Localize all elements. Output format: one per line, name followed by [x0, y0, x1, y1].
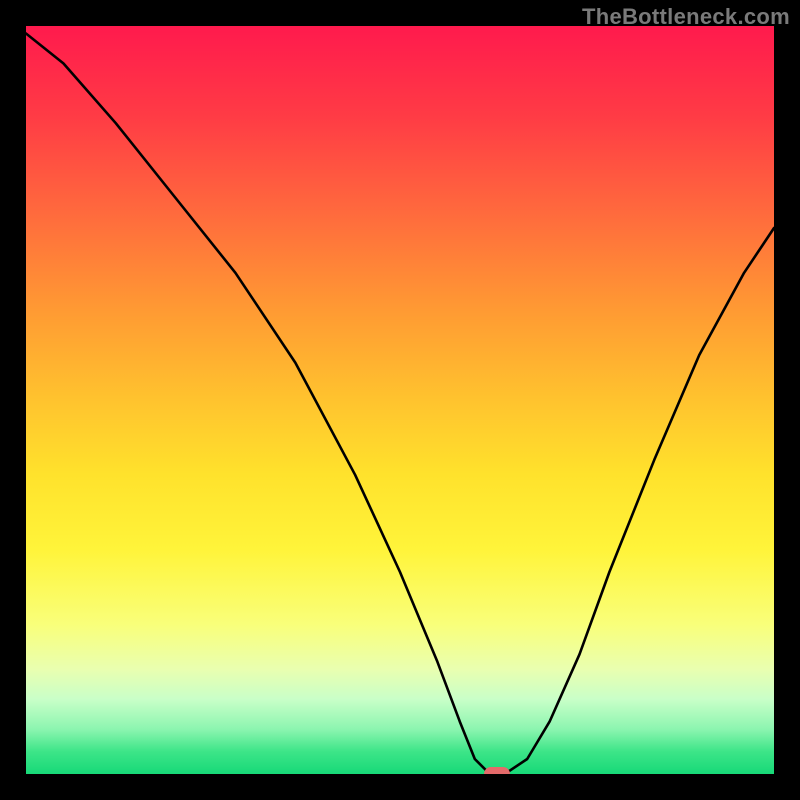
chart-frame: TheBottleneck.com	[0, 0, 800, 800]
bottleneck-curve	[26, 26, 774, 774]
watermark-text: TheBottleneck.com	[582, 4, 790, 30]
plot-area	[26, 26, 774, 774]
optimal-point-marker	[484, 767, 510, 774]
